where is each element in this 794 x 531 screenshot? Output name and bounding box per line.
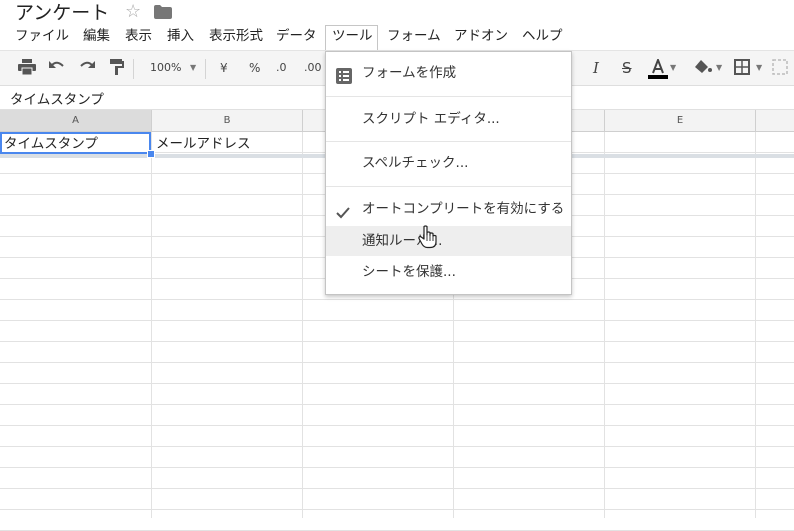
currency-button[interactable]: ¥ (220, 59, 228, 77)
increase-decimal-button[interactable]: .00 (304, 59, 322, 77)
table-row[interactable] (0, 426, 794, 447)
menu-help[interactable]: ヘルプ (516, 25, 569, 47)
zoom-select[interactable]: 100% (150, 59, 181, 77)
decrease-decimal-button[interactable]: .0 (276, 59, 287, 77)
menu-item-protect-sheet[interactable]: シートを保護... (326, 257, 571, 287)
table-row[interactable] (0, 447, 794, 468)
document-title[interactable]: アンケート (15, 0, 109, 25)
table-row[interactable] (0, 300, 794, 321)
column-header-f[interactable] (756, 110, 794, 132)
italic-button[interactable]: I (593, 59, 599, 77)
text-color-button[interactable] (648, 59, 668, 79)
percent-button[interactable]: % (249, 59, 260, 77)
menu-separator (326, 186, 571, 187)
toolbar-divider (133, 59, 134, 79)
menu-item-label: オートコンプリートを有効にする (362, 201, 565, 217)
hand-cursor-icon (418, 225, 438, 253)
menu-item-label: シートを保護... (362, 264, 456, 280)
menu-item-label: スペルチェック... (362, 155, 469, 171)
star-icon[interactable]: ☆ (125, 1, 141, 22)
redo-icon[interactable] (78, 59, 96, 77)
paint-format-icon[interactable] (110, 59, 124, 77)
title-row: アンケート ☆ (0, 0, 794, 24)
fill-handle[interactable] (147, 150, 155, 158)
strikethrough-button[interactable]: S (622, 59, 632, 77)
borders-icon[interactable] (734, 59, 750, 77)
menu-format[interactable]: 表示形式 (203, 25, 269, 47)
toolbar-divider (205, 59, 206, 79)
chevron-down-icon[interactable]: ▼ (670, 59, 676, 77)
menu-item-script-editor[interactable]: スクリプト エディタ... (326, 104, 571, 134)
formula-value: タイムスタンプ (10, 92, 104, 108)
menu-view[interactable]: 表示 (119, 25, 158, 47)
print-icon[interactable] (18, 59, 36, 77)
table-row[interactable] (0, 384, 794, 405)
tools-menu: フォームを作成 スクリプト エディタ... スペルチェック... オートコンプリ… (325, 51, 572, 295)
table-row[interactable] (0, 468, 794, 489)
table-row[interactable] (0, 405, 794, 426)
merge-cells-icon[interactable] (772, 59, 788, 77)
menu-item-label: フォームを作成 (362, 65, 457, 81)
table-row[interactable] (0, 363, 794, 384)
table-row[interactable] (0, 510, 794, 531)
menu-form[interactable]: フォーム (381, 25, 447, 47)
menu-file[interactable]: ファイル (9, 25, 75, 47)
table-row[interactable] (0, 489, 794, 510)
form-icon (336, 65, 352, 95)
chevron-down-icon[interactable]: ▼ (190, 59, 196, 77)
menu-item-label: スクリプト エディタ... (362, 111, 500, 127)
table-row[interactable] (0, 342, 794, 363)
menu-item-spellcheck[interactable]: スペルチェック... (326, 148, 571, 178)
menu-addons[interactable]: アドオン (448, 25, 514, 47)
menu-bar: ファイル 編集 表示 挿入 表示形式 データ ツール フォーム アドオン ヘルプ (0, 24, 794, 50)
fill-color-icon[interactable] (694, 59, 712, 77)
column-header-a[interactable]: A (0, 110, 152, 132)
menu-separator (326, 96, 571, 97)
chevron-down-icon[interactable]: ▼ (756, 59, 762, 77)
menu-item-autocomplete[interactable]: オートコンプリートを有効にする (326, 194, 571, 224)
menu-separator (326, 141, 571, 142)
table-row[interactable] (0, 321, 794, 342)
selected-cell-outline (0, 132, 151, 154)
menu-item-create-form[interactable]: フォームを作成 (326, 58, 571, 88)
folder-icon[interactable] (154, 4, 172, 19)
menu-tools[interactable]: ツール (325, 25, 378, 50)
column-header-e[interactable]: E (605, 110, 756, 132)
menu-data[interactable]: データ (270, 25, 323, 47)
chevron-down-icon[interactable]: ▼ (716, 59, 722, 77)
column-header-b[interactable]: B (152, 110, 303, 132)
menu-edit[interactable]: 編集 (77, 25, 116, 47)
menu-item-notification-rules[interactable]: 通知ルール... (326, 226, 571, 256)
menu-insert[interactable]: 挿入 (161, 25, 200, 47)
undo-icon[interactable] (48, 59, 66, 77)
